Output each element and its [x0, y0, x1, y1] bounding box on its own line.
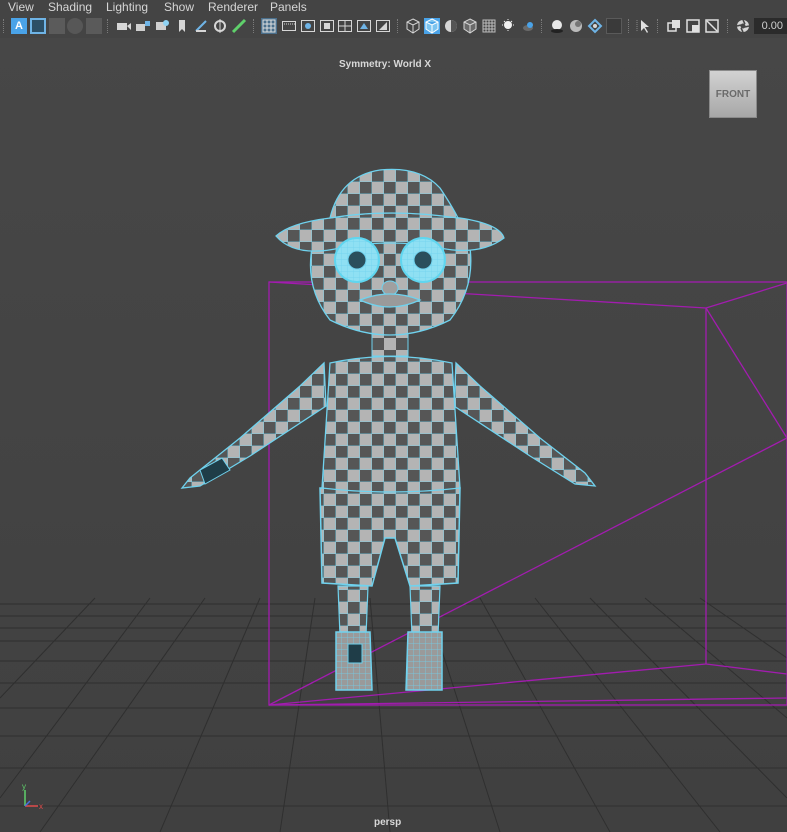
- isolate-select-icon[interactable]: [587, 18, 603, 34]
- menu-renderer[interactable]: Renderer: [208, 0, 258, 14]
- image-plane-icon[interactable]: [67, 18, 83, 34]
- toolbar-separator: [628, 19, 631, 33]
- select-tool-icon[interactable]: [636, 18, 652, 34]
- menu-show[interactable]: Show: [164, 0, 194, 14]
- menubar: View Shading Lighting Show Renderer Pane…: [0, 0, 787, 14]
- gamma-icon[interactable]: [666, 18, 682, 34]
- toolbar-separator: [727, 19, 730, 33]
- 2d-pan-zoom-icon[interactable]: [193, 18, 209, 34]
- select-camera-icon[interactable]: A: [11, 18, 27, 34]
- smooth-shade-icon[interactable]: [375, 18, 391, 34]
- xray-icon[interactable]: [443, 18, 459, 34]
- menu-lighting[interactable]: Lighting: [106, 0, 148, 14]
- toolbar-separator: [253, 19, 256, 33]
- resolution-gate-icon[interactable]: [281, 18, 297, 34]
- viewport-canvas: y x: [0, 168, 787, 832]
- film-gate-icon[interactable]: [86, 18, 102, 34]
- axis-y-label: y: [22, 782, 26, 791]
- exposure-value-field[interactable]: 0.00: [754, 18, 787, 34]
- wireframe-on-shaded-icon[interactable]: [424, 18, 440, 34]
- film-gate-toggle-icon[interactable]: [261, 18, 277, 34]
- character-model: [180, 168, 597, 691]
- multisample-aa-icon[interactable]: [549, 18, 565, 34]
- camera-name-label: persp: [374, 817, 402, 828]
- viewport[interactable]: y x Symmetry: World X FRONT persp: [0, 38, 787, 832]
- toolbar-separator: [397, 19, 400, 33]
- camera-overscan-icon[interactable]: [154, 18, 170, 34]
- camera-icon[interactable]: [116, 18, 132, 34]
- field-chart-icon[interactable]: [319, 18, 335, 34]
- toolbar-separator: [3, 19, 6, 33]
- motion-blur-icon[interactable]: [519, 18, 535, 34]
- depth-of-field-icon[interactable]: [568, 18, 584, 34]
- grease-pencil-icon[interactable]: [174, 18, 190, 34]
- xray-joints-icon[interactable]: [606, 18, 622, 34]
- exposure-icon[interactable]: [685, 18, 701, 34]
- axis-x-label: x: [39, 802, 43, 811]
- menu-view[interactable]: View: [8, 0, 34, 14]
- use-all-lights-icon[interactable]: [462, 18, 478, 34]
- lock-camera-icon[interactable]: [135, 18, 151, 34]
- menu-shading[interactable]: Shading: [48, 0, 92, 14]
- screen-space-ao-icon[interactable]: [500, 18, 516, 34]
- viewcube[interactable]: FRONT: [709, 70, 757, 118]
- toolbar-separator: [107, 19, 110, 33]
- draw-icon[interactable]: [212, 18, 228, 34]
- symmetry-label: Symmetry: World X: [339, 59, 432, 70]
- bookmarks-icon[interactable]: [49, 18, 65, 34]
- aperture-icon[interactable]: [735, 18, 751, 34]
- ground-grid: [0, 597, 787, 832]
- menu-panels[interactable]: Panels: [270, 0, 307, 14]
- default-material-icon[interactable]: [405, 18, 421, 34]
- camera-attributes-icon[interactable]: [30, 18, 46, 34]
- wireframe-icon[interactable]: [356, 18, 372, 34]
- safe-action-icon[interactable]: [337, 18, 353, 34]
- gate-mask-icon[interactable]: [300, 18, 316, 34]
- toolbar-separator: [541, 19, 544, 33]
- axis-indicator: y x: [22, 782, 43, 811]
- panel-toolbar: A 0.00: [0, 15, 787, 37]
- toolbar-separator: [657, 19, 660, 33]
- grid-icon[interactable]: [231, 18, 247, 34]
- frame-all-icon[interactable]: [704, 18, 720, 34]
- shadows-icon[interactable]: [481, 18, 497, 34]
